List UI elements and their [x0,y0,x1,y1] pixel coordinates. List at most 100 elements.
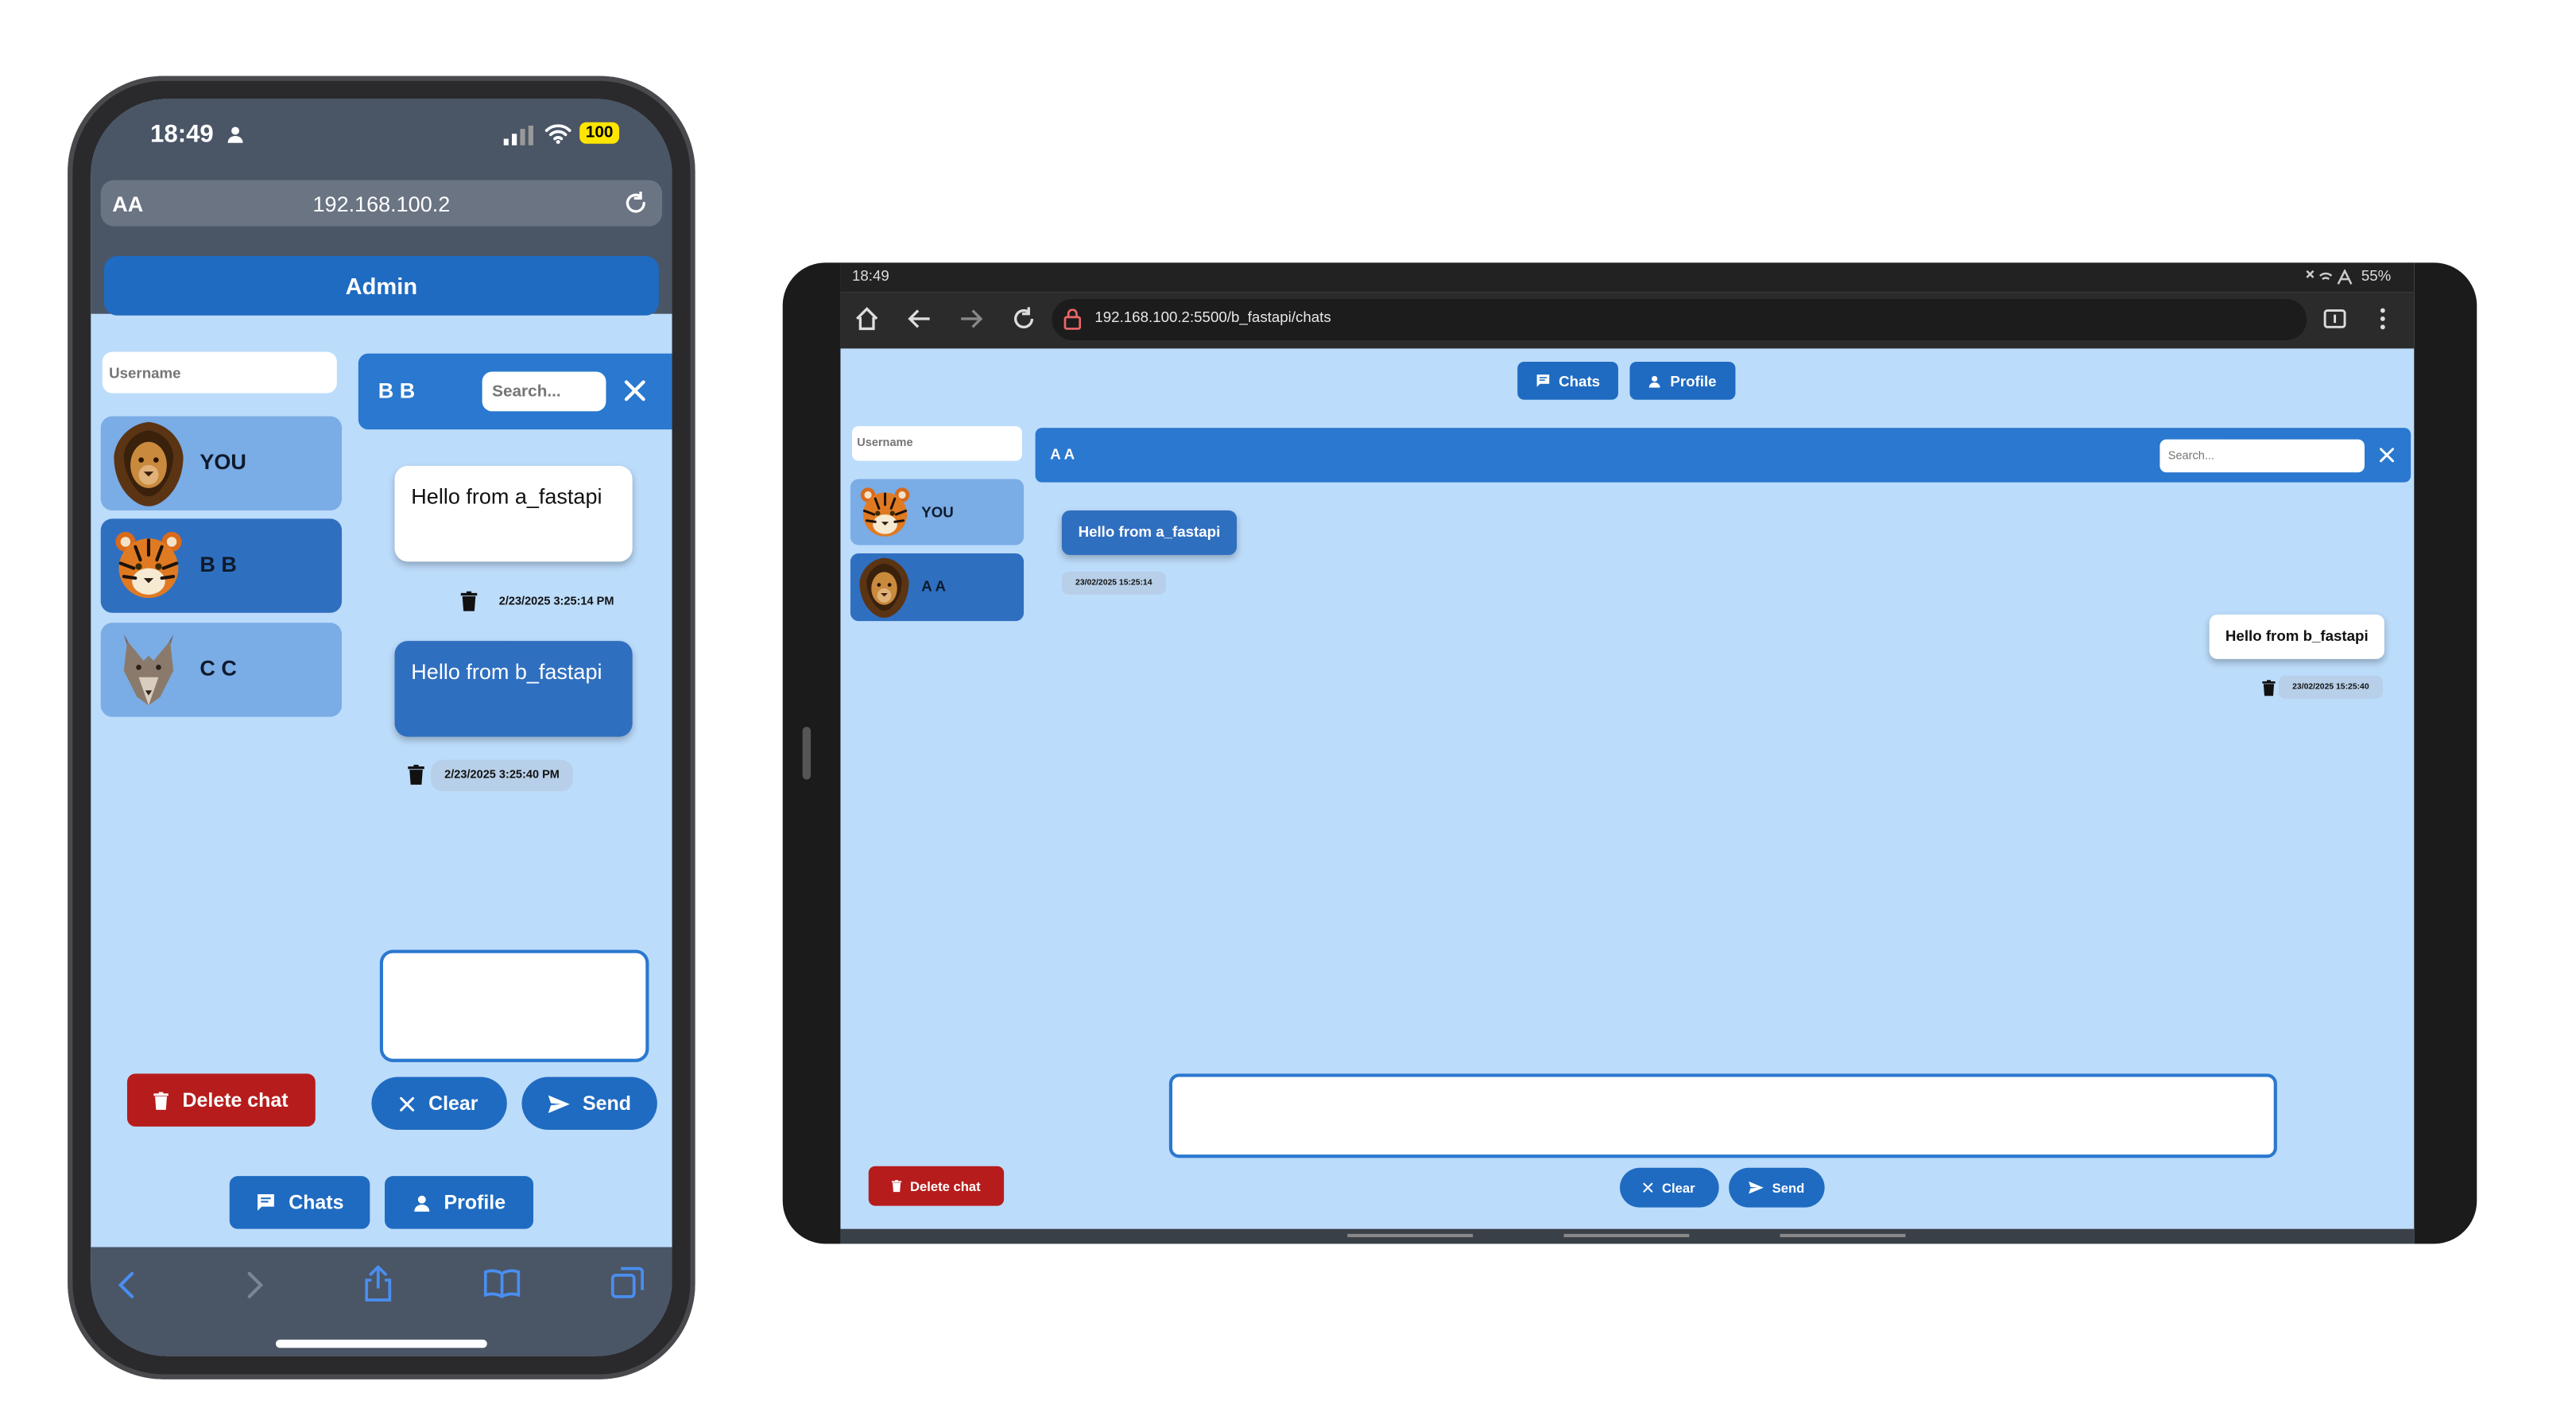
delete-chat-button[interactable]: Delete chat [868,1166,1005,1206]
tablet-address-bar[interactable]: 192.168.100.2:5500/b_fastapi/chats [1052,299,2307,340]
message-bubble: Hello from b_fastapi [394,641,633,737]
battery-level: 100 [585,123,614,142]
wifi-icon [544,124,571,144]
contact-item[interactable]: YOU [100,416,343,510]
contact-name: C C [199,655,237,681]
home-icon[interactable] [854,305,880,332]
message-timestamp: 2/23/2025 3:25:40 PM [431,759,573,792]
reload-icon[interactable] [1010,305,1036,332]
trash-icon [892,1179,901,1193]
message-input[interactable] [1168,1073,2277,1158]
contact-name: YOU [199,449,246,475]
nav-chats-button[interactable]: Chats [229,1176,370,1229]
home-indicator [275,1339,487,1348]
reload-icon[interactable] [622,190,649,216]
status-time: 18:49 [150,120,214,149]
status-time: 18:49 [851,267,889,285]
send-button[interactable]: Send [1729,1167,1825,1208]
clear-button[interactable]: Clear [371,1077,507,1131]
side-button [802,727,812,780]
admin-label: Admin [345,272,418,300]
message-text: Hello from b_fastapi [411,658,602,685]
username-input[interactable] [102,351,337,394]
nav-handle [1347,1233,1474,1238]
chat-header: A A [1035,428,2411,483]
contact-item[interactable]: C C [100,623,343,717]
back-icon[interactable] [907,307,932,330]
chat-search-input[interactable] [2160,439,2365,473]
nav-profile-button[interactable]: Profile [385,1176,534,1229]
wolf-avatar-icon [110,631,187,708]
phone-frame: 18:49 100 AA 192.168.100.2 Admin Usernam… [68,76,695,1379]
message-text: Hello from a_fastapi [1078,523,1221,541]
signal-icon [503,125,534,146]
message-bubble: Hello from a_fastapi [394,465,633,562]
status-icons [2306,269,2353,285]
close-icon[interactable] [624,380,645,402]
nav-handle [1563,1233,1690,1238]
person-icon [1648,374,1662,388]
contact-name: A A [921,578,947,595]
delete-chat-button[interactable]: Delete chat [126,1073,316,1127]
message-input[interactable] [379,949,649,1062]
tablet-status-bar: 18:49 55% [840,262,2415,293]
message-timestamp: 23/02/2025 15:25:40 [2278,675,2383,699]
send-button[interactable]: Send [521,1077,657,1131]
share-icon[interactable] [363,1265,393,1302]
tab-switcher-icon[interactable] [2323,307,2346,330]
chat-search-input[interactable] [482,371,606,412]
close-icon [401,1096,416,1111]
trash-icon [154,1091,169,1109]
tiger-avatar-icon [110,527,187,603]
message-text: Hello from b_fastapi [2225,627,2369,645]
contact-item[interactable]: YOU [850,479,1025,545]
close-icon [1644,1182,1653,1192]
user-status-icon [227,126,245,144]
tabs-icon[interactable] [610,1267,645,1300]
bookmarks-icon[interactable] [483,1269,521,1298]
username-input[interactable] [851,425,1022,461]
battery-indicator: 100 [579,122,620,144]
forward-icon[interactable] [242,1271,265,1298]
trash-icon[interactable] [461,590,478,613]
address-url[interactable]: 192.168.100.2:5500/b_fastapi/chats [1094,308,1331,325]
lion-avatar-icon [110,420,187,507]
more-menu-icon[interactable] [2380,307,2386,330]
clear-button[interactable]: Clear [1620,1167,1719,1208]
lion-avatar-icon [857,557,912,618]
phone-screen: 18:49 100 AA 192.168.100.2 Admin Usernam… [91,99,672,1356]
chat-icon [256,1193,276,1213]
person-icon [413,1193,431,1212]
close-icon[interactable] [2380,448,2395,463]
send-icon [548,1094,569,1112]
nav-handle [1780,1233,1906,1238]
nav-chats-button[interactable]: Chats [1517,361,1618,400]
chat-title: A A [1050,445,1075,463]
tablet-nav-bar [840,1228,2415,1244]
phone-browser-toolbar [91,1247,672,1356]
contact-item[interactable]: B B [100,518,343,613]
trash-icon[interactable] [2262,679,2276,697]
insecure-lock-icon[interactable] [1063,308,1082,330]
message-timestamp: 2/23/2025 3:25:14 PM [498,596,614,608]
tiger-avatar-icon [857,484,913,541]
send-icon [1749,1181,1764,1194]
trash-icon[interactable] [408,763,424,786]
message-timestamp: 23/02/2025 15:25:14 [1061,571,1166,595]
admin-button[interactable]: Admin [103,256,659,316]
chat-header: B B [358,353,672,430]
chat-icon [1536,374,1551,389]
contact-item[interactable]: A A [850,553,1025,622]
back-icon[interactable] [115,1271,138,1298]
address-url[interactable]: 192.168.100.2 [101,192,662,216]
contact-name: B B [199,551,237,577]
message-text: Hello from a_fastapi [411,483,602,509]
message-bubble: Hello from a_fastapi [1061,510,1238,556]
tablet-browser-toolbar: 192.168.100.2:5500/b_fastapi/chats [840,292,2415,349]
forward-icon[interactable] [959,307,984,330]
nav-profile-button[interactable]: Profile [1629,361,1736,400]
message-bubble: Hello from b_fastapi [2209,614,2384,659]
chat-title: B B [378,378,416,403]
contact-name: YOU [921,503,954,521]
phone-address-bar[interactable]: AA 192.168.100.2 [100,180,663,227]
